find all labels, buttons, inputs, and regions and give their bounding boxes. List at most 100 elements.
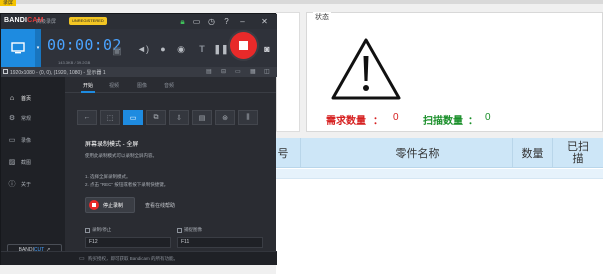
audio-mode-icon[interactable]: ⫼ (238, 110, 258, 125)
region-tool-icon[interactable]: ▭ (235, 68, 241, 75)
sidebar-item-general[interactable]: ⚙ 常规 (1, 109, 65, 127)
sidebar-item-label: 首页 (21, 95, 32, 102)
demand-label: 需求数量 (326, 116, 366, 127)
webcam-icon[interactable]: ▣ (107, 43, 127, 59)
screen-mode-button[interactable] (1, 29, 35, 67)
message-icon: ▭ (79, 256, 85, 262)
tab-image[interactable]: 图像 (137, 82, 147, 89)
hotkey-capture-label[interactable]: 捕捉图像 (177, 227, 202, 233)
table-row[interactable] (276, 169, 603, 179)
microphone-icon[interactable]: ● (156, 42, 170, 56)
hotkey-capture-text: 捕捉图像 (184, 227, 202, 232)
tab-start[interactable]: 开始 (83, 82, 93, 89)
instruction-step-2: 2. 点击 "REC" 按钮或者按下录制快捷键。 (85, 182, 169, 187)
home-icon: ⌂ (9, 94, 15, 102)
sidebar-item-image[interactable]: ▨ 截图 (1, 153, 65, 171)
online-help-link[interactable]: 查看在线帮助 (145, 202, 175, 209)
screenshot-icon[interactable]: ◙ (260, 42, 274, 56)
recording-modes: ← ⬚ ▭ ⧉ ⇩ ▤ ⊛ ⫼ (77, 110, 265, 125)
device-mode-icon[interactable]: ⇩ (169, 110, 189, 125)
record-stop-icon (239, 41, 248, 50)
footer-text[interactable]: 购买授权，即可获取 Bandicam 的所有功能。 (88, 256, 178, 262)
cursor-effect-icon[interactable]: ◉ (174, 42, 188, 56)
hdmi-mode-icon[interactable]: ▤ (192, 110, 212, 125)
hotkey-record-label[interactable]: 录制/停止 (85, 227, 111, 233)
demand-colon: ： (373, 116, 383, 127)
tab-audio[interactable]: 音频 (164, 82, 174, 89)
minimize-icon[interactable]: – (237, 16, 248, 27)
sidebar-item-home[interactable]: ⌂ 首页 (1, 89, 65, 107)
hotkey-record-text: 录制/停止 (92, 227, 112, 232)
around-mouse-mode-icon[interactable]: ⧉ (146, 110, 166, 125)
hotkey-capture-input[interactable]: F11 (177, 237, 263, 248)
stop-recording-label: 停止录制 (103, 202, 124, 209)
sidebar-item-about[interactable]: ⓘ 关于 (1, 175, 65, 193)
rectangle-mode-icon[interactable]: ⬚ (100, 110, 120, 125)
info-icon: ⓘ (8, 181, 16, 188)
scan-colon: ： (468, 116, 478, 127)
mode-title: 屏幕录制模式 - 全屏 (85, 142, 139, 148)
back-arrow-icon[interactable]: ← (77, 110, 97, 125)
region-tool-icon[interactable]: ▦ (250, 68, 256, 75)
mode-dropdown-arrow[interactable]: ▾ (35, 29, 41, 67)
sidebar-item-label: 关于 (21, 181, 32, 188)
hotkey-record-input[interactable]: F12 (85, 237, 171, 248)
lock-icon[interactable]: 🔒︎ (177, 16, 188, 27)
table-header: 号 零件名称 数量 已扫 描 (276, 138, 603, 168)
stop-icon (89, 200, 99, 210)
pause-icon[interactable]: ❚❚ (213, 42, 228, 56)
column-scanned-line2: 描 (572, 153, 584, 165)
corner-tag[interactable]: 录屏 (0, 0, 17, 6)
sidebar-item-label: 录像 (21, 137, 32, 144)
close-icon[interactable]: ✕ (259, 16, 270, 27)
active-tab-indicator (81, 91, 95, 93)
scan-value: 0 (485, 112, 491, 123)
status-title: 状态 (313, 12, 331, 22)
column-part-name[interactable]: 零件名称 (300, 138, 534, 168)
mode-description: 使用此录制模式可以录制全屏内容。 (85, 153, 157, 158)
instruction-step-1: 1. 选择全屏录制模式。 (85, 174, 131, 179)
scan-label: 扫描数量 (423, 116, 463, 127)
column-quantity[interactable]: 数量 (512, 138, 552, 168)
tab-video[interactable]: 视频 (109, 82, 119, 89)
title-bar[interactable]: BANDICAM 高级录屏 UNREGISTERED 🔒︎ ▭ ◷ ? – ✕ (1, 14, 277, 29)
parts-table: 号 零件名称 数量 已扫 描 (276, 138, 603, 274)
record-stop-button[interactable] (230, 32, 257, 59)
region-icon (3, 69, 8, 74)
demand-value: 0 (393, 112, 399, 123)
sidebar-item-label: 常规 (21, 115, 32, 122)
clock-icon[interactable]: ◷ (206, 16, 217, 27)
top-strip (0, 0, 603, 4)
help-icon[interactable]: ? (221, 16, 232, 27)
game-mode-icon[interactable]: ⊛ (215, 110, 235, 125)
text-icon[interactable]: T (195, 42, 209, 56)
column-scanned[interactable]: 已扫 描 (552, 138, 603, 168)
screen-mode-icon (11, 42, 25, 54)
gear-icon: ⚙ (8, 115, 16, 122)
app-subtitle: 高级录屏 (36, 19, 57, 25)
stop-recording-button[interactable]: 停止录制 (85, 197, 135, 213)
tab-bar: 开始 视频 图像 音频 (65, 77, 276, 93)
speaker-icon[interactable]: ◄) (136, 42, 150, 56)
unregistered-badge[interactable]: UNREGISTERED (69, 17, 107, 25)
region-tool-icon[interactable]: ◫ (264, 68, 270, 75)
sidebar-item-video[interactable]: ▭ 录像 (1, 131, 65, 149)
hotkey-record-checkbox[interactable] (85, 227, 90, 233)
region-tool-icon[interactable]: ▤ (206, 68, 212, 75)
image-icon: ▨ (8, 159, 16, 166)
sidebar: ⌂ 首页 ⚙ 常规 ▭ 录像 ▨ 截图 ⓘ 关于 BANDICUT ↗ (1, 77, 65, 255)
bandicam-window: BANDICAM 高级录屏 UNREGISTERED 🔒︎ ▭ ◷ ? – ✕ … (0, 13, 277, 265)
warning-triangle-icon (331, 38, 401, 100)
hotkey-capture-checkbox[interactable] (177, 227, 182, 233)
left-panel (276, 12, 300, 132)
region-tool-icon[interactable]: ⊟ (221, 68, 226, 75)
fullscreen-mode-icon[interactable]: ▭ (123, 110, 143, 125)
region-bar[interactable]: 1920x1080 - (0, 0), (1920, 1080) - 显示器 1… (1, 67, 277, 77)
folder-icon[interactable]: ▭ (191, 16, 202, 27)
sidebar-item-label: 截图 (21, 159, 32, 166)
footer-bar: ▭ 购买授权，即可获取 Bandicam 的所有功能。 (1, 251, 277, 265)
video-icon: ▭ (8, 137, 16, 144)
column-scanned-line1: 已扫 (567, 141, 589, 153)
file-size-info: 143.3KB / 39.2GB (58, 60, 91, 65)
content-panel: 开始 视频 图像 音频 ← ⬚ ▭ ⧉ ⇩ ▤ ⊛ ⫼ 屏幕录制模式 - 全屏 … (65, 77, 276, 251)
